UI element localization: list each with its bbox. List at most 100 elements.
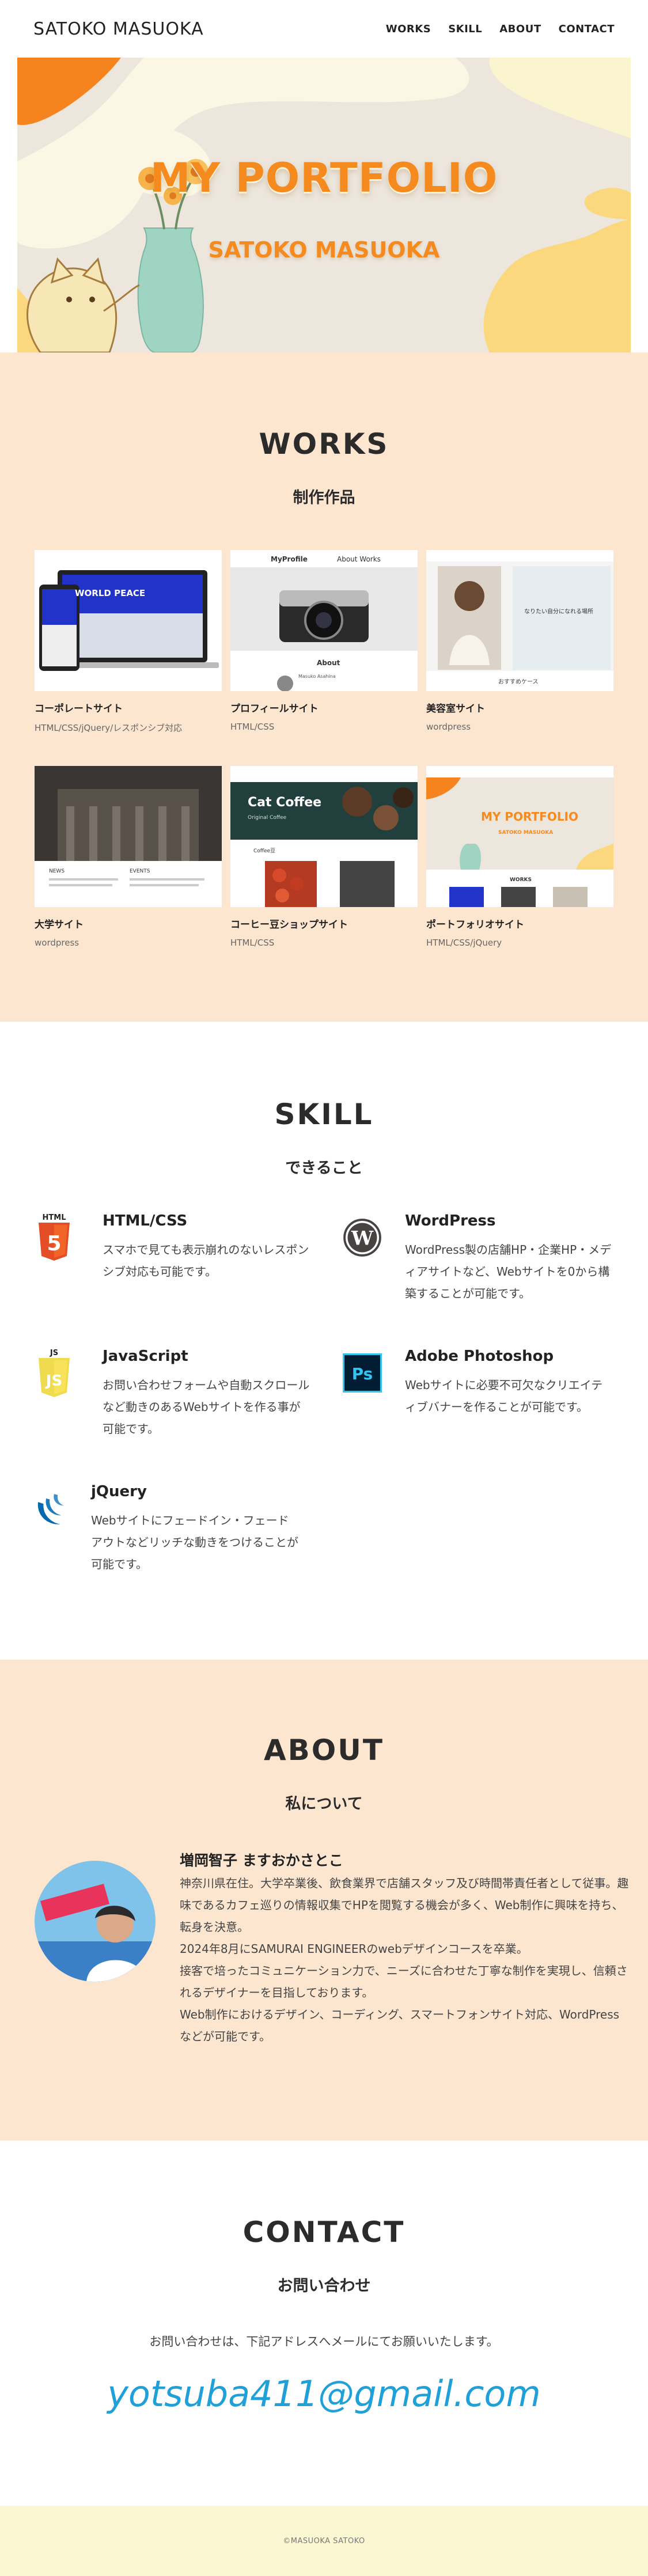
svg-text:WORKS: WORKS: [510, 877, 532, 883]
work-thumbnail[interactable]: WORLD PEACE: [35, 550, 222, 691]
svg-text:About: About: [317, 659, 340, 667]
about-subtitle: 私について: [285, 1795, 363, 1813]
work-title: コーヒー豆ショップサイト: [230, 919, 348, 931]
work-card-corporate[interactable]: WORLD PEACE コーポレートサイト HTML/CSS/jQuery/レス…: [35, 550, 222, 734]
works-section: WORKS 制作作品 WORLD PEACE コーポレートサイト HTML/CS…: [0, 352, 648, 1022]
work-thumbnail[interactable]: MY PORTFOLIO SATOKO MASUOKA WORKS: [426, 766, 613, 907]
camera-image: MyProfile About Works About Masuko Asahi…: [230, 550, 418, 691]
work-title: 美容室サイト: [426, 703, 485, 715]
svg-text:おすすめケース: おすすめケース: [498, 678, 539, 685]
work-tags: wordpress: [35, 938, 79, 948]
work-thumbnail[interactable]: なりたい自分になれる場所 おすすめケース: [426, 550, 613, 691]
about-name: 増岡智子 ますおかさとこ: [180, 1852, 343, 1869]
work-card-portfolio[interactable]: MY PORTFOLIO SATOKO MASUOKA WORKS ポートフォリ…: [426, 766, 613, 948]
works-title: WORKS: [259, 427, 389, 461]
avatar: [35, 1861, 156, 1982]
skill-desc: スマホで見ても表示崩れのないレスポンシブ対応も可能です。: [103, 1243, 309, 1278]
contact-subtitle: お問い合わせ: [277, 2277, 371, 2295]
nav-works[interactable]: WORKS: [386, 23, 431, 35]
svg-text:Coffee豆: Coffee豆: [253, 848, 275, 854]
nav-contact[interactable]: CONTACT: [559, 23, 615, 35]
work-card-coffee[interactable]: Cat Coffee Original Coffee Coffee豆 コーヒー豆…: [230, 766, 418, 948]
work-thumbnail[interactable]: NEWS EVENTS: [35, 766, 222, 907]
copyright-text: ©MASUOKA SATOKO: [283, 2536, 365, 2545]
svg-text:Cat Coffee: Cat Coffee: [248, 795, 321, 810]
portfolio-image: MY PORTFOLIO SATOKO MASUOKA WORKS: [426, 766, 613, 907]
nav-about[interactable]: ABOUT: [499, 23, 541, 35]
svg-text:Original Coffee: Original Coffee: [248, 815, 287, 821]
hero-subtitle: SATOKO MASUOKA: [208, 237, 440, 263]
work-card-profile[interactable]: MyProfile About Works About Masuko Asahi…: [230, 550, 418, 732]
svg-text:About Works: About Works: [337, 555, 381, 563]
salon-image: なりたい自分になれる場所 おすすめケース: [426, 550, 613, 691]
skill-desc: お問い合わせフォームや自動スクロールなど動きのあるWebサイトを作る事が可能です…: [103, 1378, 310, 1436]
about-title: ABOUT: [263, 1733, 385, 1767]
svg-text:JS: JS: [50, 1349, 58, 1357]
skill-subtitle: できること: [285, 1159, 363, 1177]
contact-section: CONTACT お問い合わせ お問い合わせは、下記アドレスへメールにてお願いいた…: [0, 2141, 648, 2506]
svg-text:なりたい自分になれる場所: なりたい自分になれる場所: [524, 608, 593, 615]
skill-name: JavaScript: [103, 1348, 188, 1365]
html5-icon: HTML 5: [35, 1212, 74, 1265]
about-paragraph: 接客で培ったコミュニケーション力で、ニーズに合わせた丁寧な制作を実現し、信頼され…: [180, 1964, 628, 2000]
about-section: ABOUT 私について 増岡智子 ますおかさとこ 神奈川県在住。大学卒業後、飲食…: [0, 1660, 648, 2141]
svg-text:Masuko Asahina: Masuko Asahina: [298, 674, 336, 679]
hero-banner: MY PORTFOLIO SATOKO MASUOKA: [17, 58, 631, 352]
skill-desc: Webサイトに必要不可欠なクリエイティブバナーを作ることが可能です。: [405, 1378, 603, 1414]
work-tags: HTML/CSS: [230, 722, 275, 732]
photoshop-icon: Ps: [343, 1348, 382, 1401]
work-title: コーポレートサイト: [35, 703, 123, 715]
skill-item-wordpress: W WordPress WordPress製の店舗HP・企業HP・メディアサイト…: [343, 1212, 611, 1304]
contact-message: お問い合わせは、下記アドレスへメールにてお願いいたします。: [149, 2335, 499, 2349]
work-thumbnail[interactable]: Cat Coffee Original Coffee Coffee豆: [230, 766, 418, 907]
work-card-university[interactable]: NEWS EVENTS 大学サイト wordpress: [35, 766, 222, 948]
works-subtitle: 制作作品: [293, 489, 355, 507]
skill-title: SKILL: [274, 1098, 374, 1131]
device-mockup-image: WORLD PEACE: [35, 550, 222, 691]
skill-item-html-css: HTML 5 HTML/CSS スマホで見ても表示崩れのないレスポンシブ対応も可…: [35, 1212, 309, 1283]
svg-text:Ps: Ps: [352, 1364, 373, 1383]
svg-text:MyProfile: MyProfile: [271, 555, 308, 563]
about-text: 増岡智子 ますおかさとこ 神奈川県在住。大学卒業後、飲食業界で店舗スタッフ及び時…: [180, 1849, 629, 2047]
skill-desc: WordPress製の店舗HP・企業HP・メディアサイトなど、Webサイトを0か…: [405, 1243, 612, 1300]
nav-skill[interactable]: SKILL: [448, 23, 482, 35]
wordpress-icon: W: [343, 1212, 382, 1265]
work-thumbnail[interactable]: MyProfile About Works About Masuko Asahi…: [230, 550, 418, 691]
work-tags: HTML/CSS: [230, 938, 275, 948]
main-nav: WORKS SKILL ABOUT CONTACT: [386, 23, 615, 35]
contact-title: CONTACT: [242, 2215, 406, 2249]
skill-item-jquery: jQuery Webサイトにフェードイン・フェードアウトなどリッチな動きをつける…: [35, 1483, 300, 1575]
about-paragraph: 2024年8月にSAMURAI ENGINEERのwebデザインコースを卒業。: [180, 1942, 528, 1956]
svg-text:NEWS: NEWS: [49, 868, 65, 874]
svg-text:EVENTS: EVENTS: [130, 868, 150, 874]
site-logo[interactable]: SATOKO MASUOKA: [33, 19, 204, 39]
skill-item-javascript: JS JS JavaScript お問い合わせフォームや自動スクロールなど動きの…: [35, 1348, 309, 1440]
skill-desc: Webサイトにフェードイン・フェードアウトなどリッチな動きをつけることが可能です…: [91, 1513, 298, 1571]
work-tags: HTML/CSS/jQuery/レスポンシブ対応: [35, 723, 183, 733]
work-title: ポートフォリオサイト: [426, 919, 524, 931]
about-paragraph: Web制作におけるデザイン、コーディング、スマートフォンサイト対応、WordPr…: [180, 2008, 620, 2043]
skill-name: HTML/CSS: [103, 1212, 188, 1230]
skill-name: jQuery: [91, 1483, 147, 1500]
university-image: NEWS EVENTS: [35, 766, 222, 907]
work-tags: HTML/CSS/jQuery: [426, 938, 502, 948]
svg-text:MY PORTFOLIO: MY PORTFOLIO: [481, 810, 578, 824]
work-tags: wordpress: [426, 722, 471, 732]
contact-email-link[interactable]: yotsuba411@gmail.com: [0, 2373, 648, 2415]
skills-grid: HTML 5 HTML/CSS スマホで見ても表示崩れのないレスポンシブ対応も可…: [35, 1212, 613, 1627]
work-title: プロフィールサイト: [230, 703, 319, 715]
skill-section: SKILL できること HTML 5 HTML/CSS スマホで見ても表示崩れの…: [0, 1022, 648, 1660]
svg-text:5: 5: [47, 1232, 61, 1255]
svg-text:SATOKO MASUOKA: SATOKO MASUOKA: [498, 830, 553, 836]
site-header: SATOKO MASUOKA WORKS SKILL ABOUT CONTACT: [0, 0, 648, 58]
svg-text:W: W: [351, 1227, 374, 1250]
svg-text:JS: JS: [45, 1372, 62, 1390]
hero-title: MY PORTFOLIO: [150, 154, 498, 202]
about-paragraph: 神奈川県在住。大学卒業後、飲食業界で店舗スタッフ及び時間帯責任者として従事。趣味…: [180, 1876, 629, 1934]
site-footer: ©MASUOKA SATOKO: [0, 2506, 648, 2576]
skill-item-photoshop: Ps Adobe Photoshop Webサイトに必要不可欠なクリエイティブバ…: [343, 1348, 608, 1418]
jquery-icon: [35, 1483, 74, 1536]
svg-text:HTML: HTML: [43, 1213, 66, 1222]
skill-name: Adobe Photoshop: [405, 1348, 554, 1365]
work-card-salon[interactable]: なりたい自分になれる場所 おすすめケース 美容室サイト wordpress: [426, 550, 613, 732]
